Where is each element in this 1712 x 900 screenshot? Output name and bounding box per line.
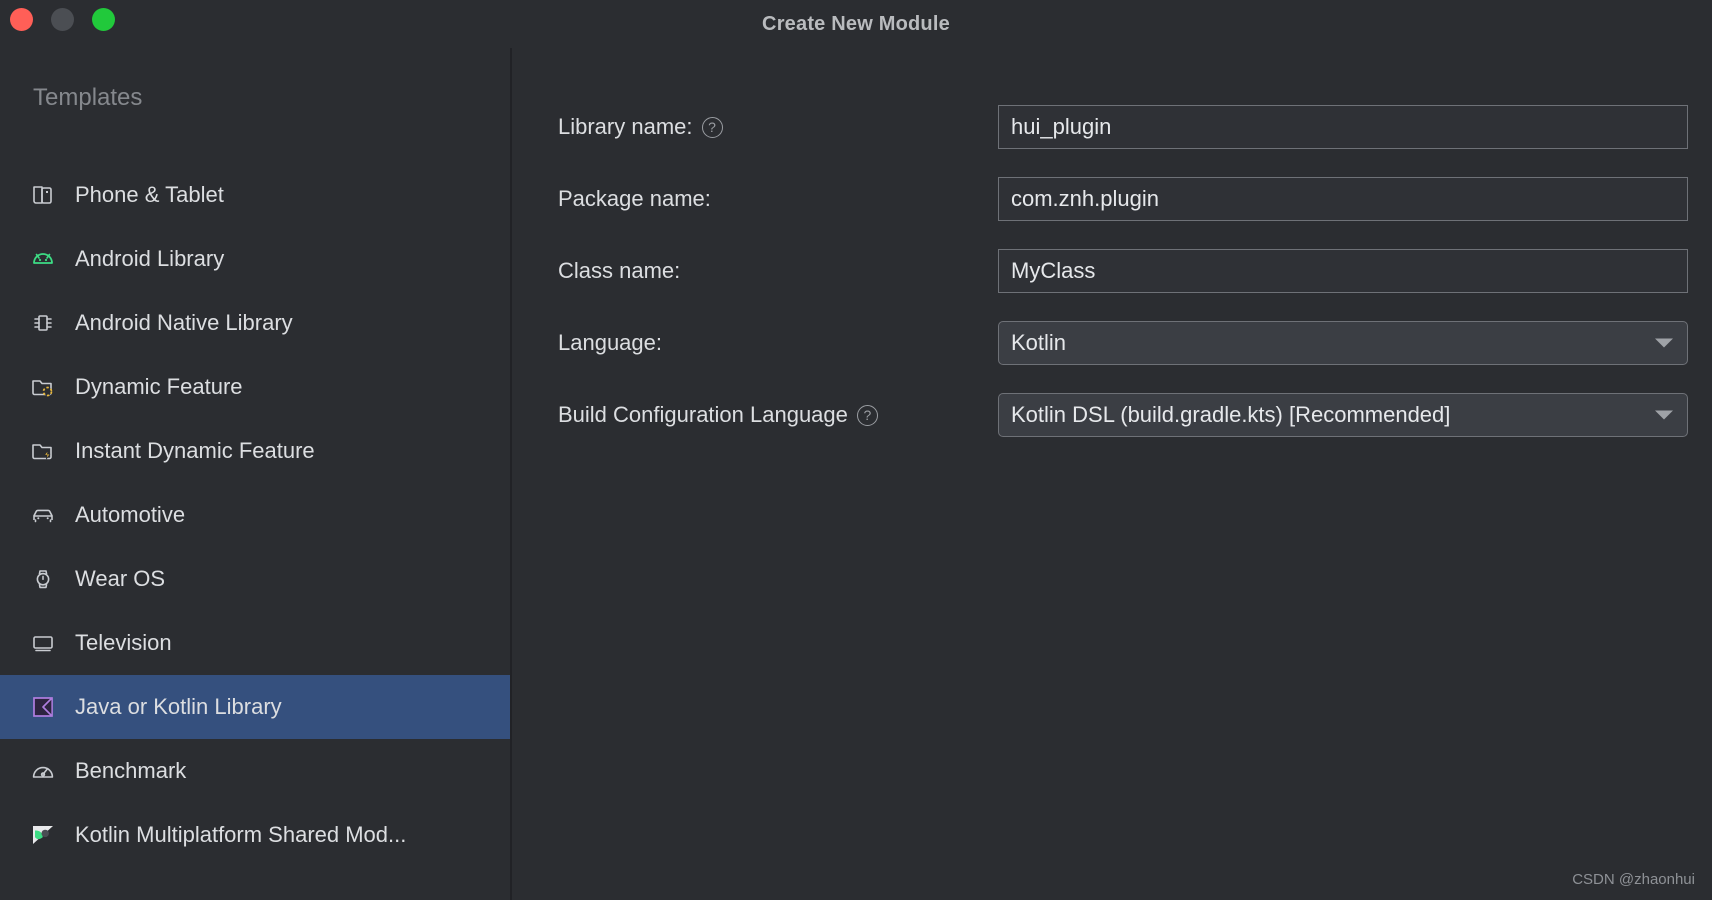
class-name-label-group: Class name:: [558, 258, 998, 284]
android-robot-icon: [29, 245, 57, 273]
templates-list: Phone & Tablet Android Library Android Nat…: [0, 163, 510, 867]
sidebar-item-benchmark[interactable]: Benchmark: [0, 739, 510, 803]
language-select[interactable]: Kotlin: [998, 321, 1688, 365]
sidebar-item-label: Benchmark: [75, 758, 186, 784]
module-form-panel: Library name: ? Package name: Class name…: [514, 48, 1712, 900]
page-title: Create New Module: [0, 0, 1712, 48]
language-select-value: Kotlin: [1011, 330, 1066, 356]
watch-icon: [29, 565, 57, 593]
kotlin-k-icon: [29, 693, 57, 721]
sidebar-item-label: Instant Dynamic Feature: [75, 438, 315, 464]
sidebar-item-label: Television: [75, 630, 172, 656]
sidebar-item-label: Java or Kotlin Library: [75, 694, 282, 720]
package-name-input[interactable]: [998, 177, 1688, 221]
watermark: CSDN @zhaonhui: [1572, 871, 1695, 888]
sidebar-item-label: Wear OS: [75, 566, 165, 592]
sidebar-item-android-native-library[interactable]: Android Native Library: [0, 291, 510, 355]
sidebar-item-automotive[interactable]: Automotive: [0, 483, 510, 547]
chip-icon: [29, 309, 57, 337]
language-label-group: Language:: [558, 330, 998, 356]
sidebar-item-android-library[interactable]: Android Library: [0, 227, 510, 291]
folder-instant-icon: [29, 437, 57, 465]
form-row-package-name: Package name:: [558, 176, 1692, 222]
class-name-label: Class name:: [558, 258, 680, 284]
sidebar-item-kotlin-multiplatform-shared-mod[interactable]: Kotlin Multiplatform Shared Mod...: [0, 803, 510, 867]
templates-header: Templates: [33, 84, 142, 112]
television-icon: [29, 629, 57, 657]
build-config-language-label: Build Configuration Language: [558, 402, 848, 428]
sidebar-item-label: Automotive: [75, 502, 185, 528]
sidebar-item-label: Kotlin Multiplatform Shared Mod...: [75, 822, 406, 848]
package-name-label-group: Package name:: [558, 186, 998, 212]
library-name-input[interactable]: [998, 105, 1688, 149]
sidebar-item-label: Phone & Tablet: [75, 182, 224, 208]
build-config-label-group: Build Configuration Language ?: [558, 402, 998, 428]
library-name-label: Library name:: [558, 114, 693, 140]
help-icon[interactable]: ?: [857, 405, 878, 426]
help-icon[interactable]: ?: [702, 117, 723, 138]
sidebar-item-phone-tablet[interactable]: Phone & Tablet: [0, 163, 510, 227]
sidebar-item-java-or-kotlin-library[interactable]: Java or Kotlin Library: [0, 675, 510, 739]
sidebar-item-label: Dynamic Feature: [75, 374, 243, 400]
sidebar-item-label: Android Library: [75, 246, 224, 272]
form-row-build-config-language: Build Configuration Language ? Kotlin DS…: [558, 392, 1692, 438]
create-new-module-dialog: Create New Module Templates Phone & Tabl…: [0, 0, 1712, 900]
sidebar-item-instant-dynamic-feature[interactable]: Instant Dynamic Feature: [0, 419, 510, 483]
language-label: Language:: [558, 330, 662, 356]
kotlin-multiplatform-icon: [29, 821, 57, 849]
build-config-select-value: Kotlin DSL (build.gradle.kts) [Recommend…: [1011, 402, 1450, 428]
templates-sidebar: Templates Phone & Tablet Android Library A…: [0, 48, 512, 900]
build-config-language-select[interactable]: Kotlin DSL (build.gradle.kts) [Recommend…: [998, 393, 1688, 437]
form-row-language: Language: Kotlin: [558, 320, 1692, 366]
car-icon: [29, 501, 57, 529]
folder-dynamic-icon: [29, 373, 57, 401]
chevron-down-icon: [1655, 411, 1673, 420]
title-bar: Create New Module: [0, 0, 1712, 48]
class-name-input[interactable]: [998, 249, 1688, 293]
package-name-label: Package name:: [558, 186, 711, 212]
chevron-down-icon: [1655, 339, 1673, 348]
sidebar-item-wear-os[interactable]: Wear OS: [0, 547, 510, 611]
sidebar-item-label: Android Native Library: [75, 310, 293, 336]
sidebar-item-dynamic-feature[interactable]: Dynamic Feature: [0, 355, 510, 419]
form-row-library-name: Library name: ?: [558, 104, 1692, 150]
gauge-icon: [29, 757, 57, 785]
form-row-class-name: Class name:: [558, 248, 1692, 294]
sidebar-item-television[interactable]: Television: [0, 611, 510, 675]
library-name-label-group: Library name: ?: [558, 114, 998, 140]
phone-tablet-icon: [29, 181, 57, 209]
